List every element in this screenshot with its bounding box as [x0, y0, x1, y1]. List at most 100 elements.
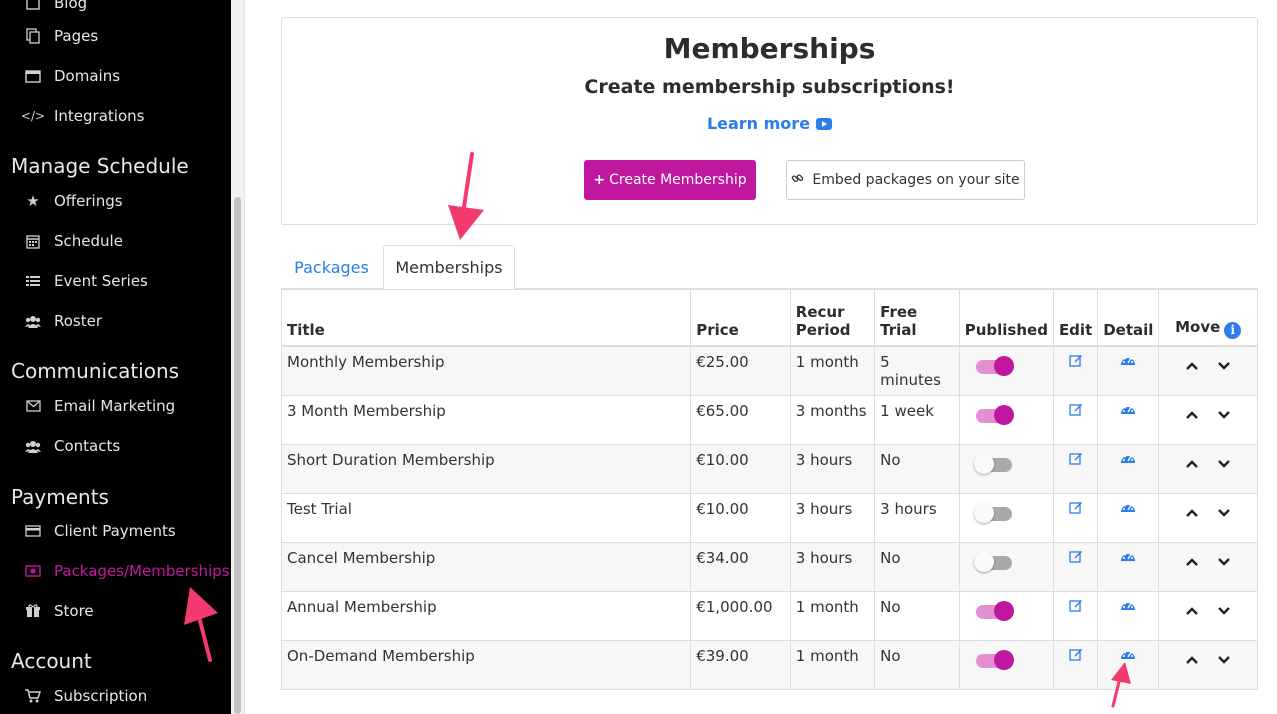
sidebar-item-subscription[interactable]: Subscription — [24, 683, 147, 709]
edit-icon[interactable] — [1068, 549, 1083, 567]
cell-edit — [1052, 541, 1099, 592]
published-toggle[interactable] — [973, 551, 1012, 572]
published-toggle[interactable] — [975, 355, 1014, 376]
sidebar-item-offerings[interactable]: ★ Offerings — [24, 188, 122, 214]
cell-detail — [1097, 394, 1160, 445]
sidebar-item-label: Store — [54, 602, 94, 620]
published-toggle[interactable] — [973, 453, 1012, 474]
envelope-icon — [24, 398, 42, 414]
sidebar-item-pages[interactable]: Pages — [24, 23, 98, 49]
cell-published — [958, 541, 1054, 592]
cell-recur-period: 1 month — [789, 345, 876, 396]
published-toggle[interactable] — [975, 404, 1014, 425]
cell-price: €25.00 — [690, 345, 791, 396]
sidebar-item-blog[interactable]: Blog — [24, 0, 87, 16]
header-edit: Edit — [1052, 289, 1099, 347]
dashboard-icon[interactable] — [1120, 353, 1136, 371]
chevron-down-icon[interactable] — [1217, 455, 1231, 473]
cell-price: €65.00 — [690, 394, 791, 445]
header-move: Move i — [1158, 289, 1258, 347]
cell-detail — [1097, 639, 1160, 690]
chevron-up-icon[interactable] — [1185, 602, 1199, 620]
move-controls — [1164, 598, 1252, 620]
users-icon — [24, 438, 42, 454]
published-toggle[interactable] — [973, 502, 1012, 523]
dashboard-icon[interactable] — [1120, 500, 1136, 518]
published-toggle[interactable] — [975, 600, 1014, 621]
toggle-knob — [993, 404, 1014, 425]
money-icon — [24, 563, 42, 579]
cell-price: €10.00 — [690, 492, 791, 543]
video-play-icon — [816, 118, 833, 130]
edit-icon[interactable] — [1068, 598, 1083, 616]
cell-published — [958, 345, 1054, 396]
create-membership-label: Create Membership — [609, 172, 747, 188]
table-row: Annual Membership €1,000.00 1 month No — [280, 590, 1258, 641]
published-toggle[interactable] — [975, 649, 1014, 670]
header-price: Price — [690, 289, 791, 347]
header-move-label: Move — [1175, 317, 1221, 336]
sidebar-item-domains[interactable]: Domains — [24, 63, 120, 89]
cell-move — [1158, 394, 1258, 445]
cell-edit — [1052, 639, 1099, 690]
learn-more-link[interactable]: Learn more — [282, 114, 1257, 133]
dashboard-icon[interactable] — [1120, 598, 1136, 616]
chevron-down-icon[interactable] — [1217, 651, 1231, 669]
tab-packages[interactable]: Packages — [281, 245, 382, 289]
sidebar-item-packages-memberships[interactable]: Packages/Memberships — [24, 558, 230, 584]
edit-icon[interactable] — [1068, 647, 1083, 665]
chevron-up-icon[interactable] — [1185, 406, 1199, 424]
chevron-down-icon[interactable] — [1217, 357, 1231, 375]
sidebar-scrollbar-thumb[interactable] — [234, 197, 241, 714]
edit-icon[interactable] — [1068, 451, 1083, 469]
cell-detail — [1097, 492, 1160, 543]
dashboard-icon[interactable] — [1120, 451, 1136, 469]
chevron-up-icon[interactable] — [1185, 651, 1199, 669]
header-title: Title — [280, 289, 692, 347]
tab-memberships[interactable]: Memberships — [383, 245, 515, 289]
chevron-down-icon[interactable] — [1217, 602, 1231, 620]
embed-packages-button[interactable]: Embed packages on your site — [786, 160, 1025, 200]
sidebar-item-client-payments[interactable]: Client Payments — [24, 518, 176, 544]
create-membership-button[interactable]: + Create Membership — [584, 160, 756, 200]
sidebar-item-email-marketing[interactable]: Email Marketing — [24, 393, 175, 419]
domains-icon — [24, 68, 42, 84]
dashboard-icon[interactable] — [1120, 549, 1136, 567]
cell-title: Test Trial — [280, 492, 692, 543]
chevron-down-icon[interactable] — [1217, 553, 1231, 571]
chevron-down-icon[interactable] — [1217, 406, 1231, 424]
sidebar-item-schedule[interactable]: Schedule — [24, 228, 123, 254]
toggle-knob — [973, 551, 994, 572]
dashboard-icon[interactable] — [1120, 402, 1136, 420]
blog-icon — [24, 0, 42, 11]
edit-icon[interactable] — [1068, 353, 1083, 371]
sidebar-item-label: Packages/Memberships — [54, 562, 230, 580]
cell-title: Annual Membership — [280, 590, 692, 641]
table-row: Monthly Membership €25.00 1 month 5 minutes — [280, 345, 1258, 396]
edit-icon[interactable] — [1068, 500, 1083, 518]
info-icon[interactable]: i — [1224, 321, 1242, 339]
sidebar-item-store[interactable]: Store — [24, 598, 94, 624]
chevron-up-icon[interactable] — [1185, 357, 1199, 375]
cell-free-trial: No — [874, 541, 960, 592]
chevron-up-icon[interactable] — [1185, 504, 1199, 522]
sidebar-item-roster[interactable]: Roster — [24, 308, 102, 334]
sidebar-item-contacts[interactable]: Contacts — [24, 433, 120, 459]
chevron-up-icon[interactable] — [1185, 455, 1199, 473]
header-recur-line2: Period — [795, 320, 851, 339]
cell-title: Short Duration Membership — [280, 443, 692, 494]
cell-move — [1158, 443, 1258, 494]
sidebar-item-label: Integrations — [54, 107, 145, 125]
sidebar-item-event-series[interactable]: Event Series — [24, 268, 148, 294]
cell-free-trial: 1 week — [874, 394, 960, 445]
cart-icon — [24, 688, 42, 704]
chevron-down-icon[interactable] — [1217, 504, 1231, 522]
header-recur-period: Recur Period — [789, 289, 876, 347]
sidebar-item-integrations[interactable]: </> Integrations — [21, 103, 145, 129]
header-recur-line1: Recur — [795, 302, 845, 321]
chevron-up-icon[interactable] — [1185, 553, 1199, 571]
edit-icon[interactable] — [1068, 402, 1083, 420]
cell-detail — [1097, 590, 1160, 641]
dashboard-icon[interactable] — [1120, 647, 1136, 665]
cell-move — [1158, 541, 1258, 592]
